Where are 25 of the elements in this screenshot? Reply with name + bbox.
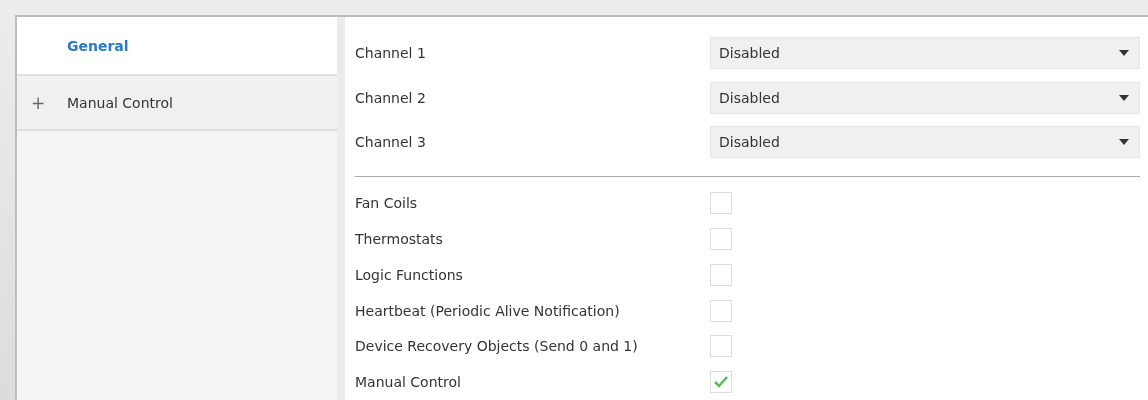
checkbox[interactable] (710, 335, 732, 358)
field-label: Channel 1 (355, 45, 427, 62)
checkbox[interactable] (710, 299, 732, 322)
dropdown[interactable]: Disabled (710, 81, 1140, 114)
option-label: Thermostats (355, 231, 444, 248)
field-label: Channel 2 (355, 89, 427, 106)
checkbox[interactable] (710, 228, 732, 251)
dropdown[interactable]: Disabled (710, 126, 1140, 159)
expand-icon[interactable]: + (31, 92, 46, 113)
caret-icon (1119, 139, 1129, 146)
caret-icon (1119, 94, 1129, 101)
checkbox[interactable] (710, 192, 732, 215)
check-icon (714, 376, 728, 389)
option-label: Manual Control (355, 374, 462, 391)
option-label: Fan Coils (355, 195, 419, 212)
dropdown[interactable]: Disabled (710, 37, 1140, 70)
sidebar-item[interactable]: + Manual Control (17, 74, 337, 131)
checkbox[interactable] (710, 263, 732, 286)
caret-icon (1119, 50, 1129, 57)
field-label: Channel 3 (355, 134, 427, 151)
option-label: Logic Functions (355, 266, 464, 283)
option-label: Heartbeat (Periodic Alive Notification) (355, 302, 621, 319)
checkbox[interactable] (710, 371, 732, 394)
option-label: Device Recovery Objects (Send 0 and 1) (355, 338, 639, 355)
sidebar-item[interactable]: General (17, 17, 337, 74)
